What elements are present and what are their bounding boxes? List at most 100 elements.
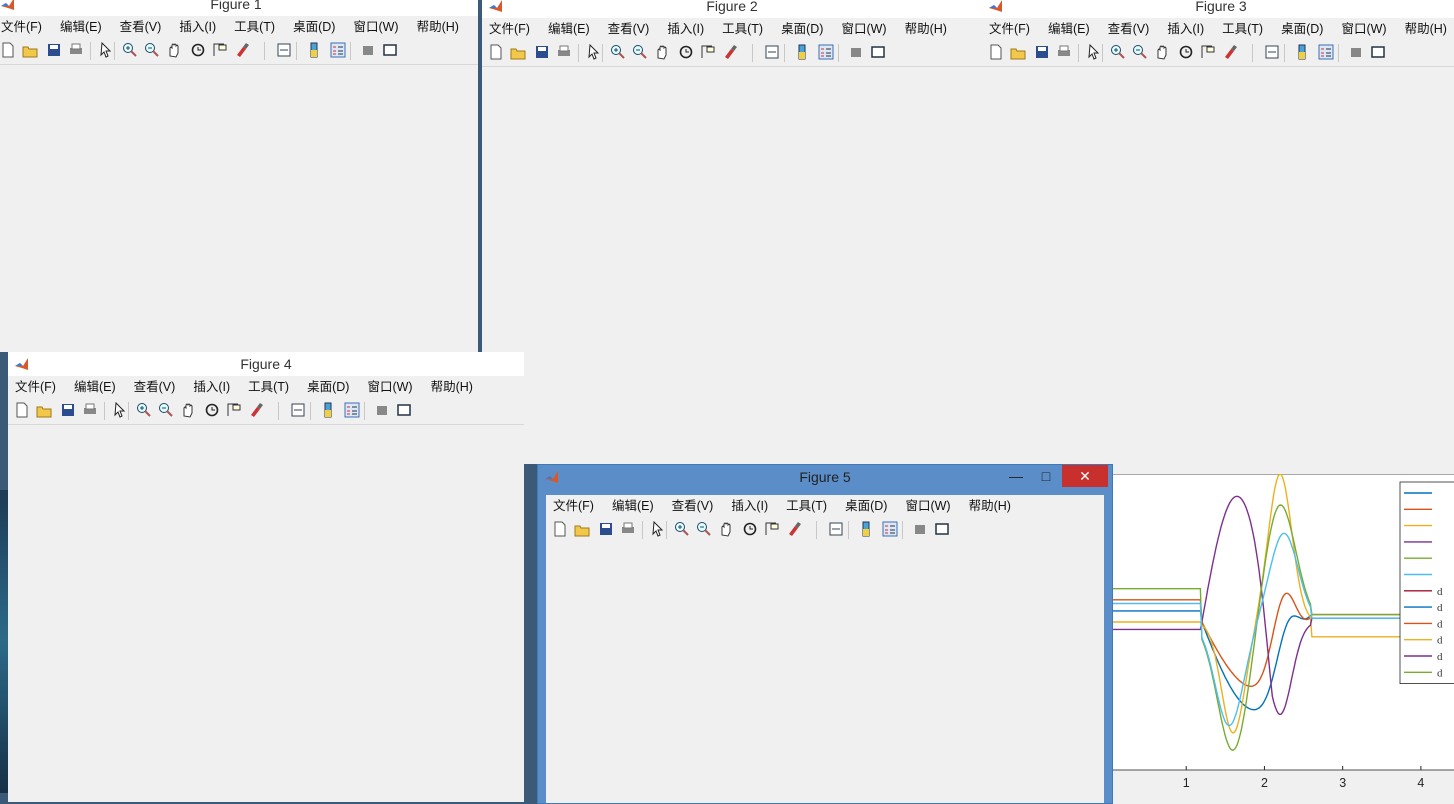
colorbar-icon[interactable] — [306, 42, 322, 58]
brush-icon[interactable] — [248, 402, 264, 418]
title-bar[interactable]: Figure 2 规划前的速度曲线-2-1.5-1-0.500.511.522.… — [482, 0, 982, 383]
data-cursor-icon[interactable] — [226, 402, 242, 418]
new-figure-icon[interactable] — [988, 44, 1004, 60]
menu-item-1[interactable]: 编辑(E) — [612, 495, 654, 517]
colorbar-icon[interactable] — [1294, 44, 1310, 60]
minimize-button[interactable]: — — [1002, 465, 1030, 487]
brush-icon[interactable] — [722, 44, 738, 60]
menu-item-5[interactable]: 桌面(D) — [307, 376, 349, 398]
rotate-3d-icon[interactable] — [190, 42, 206, 58]
figure-2-window[interactable]: Figure 2 规划前的速度曲线-2-1.5-1-0.500.511.522.… — [482, 0, 982, 464]
legend-icon[interactable] — [1318, 44, 1334, 60]
pan-hand-icon[interactable] — [180, 402, 196, 418]
pan-hand-icon[interactable] — [166, 42, 182, 58]
menu-item-1[interactable]: 编辑(E) — [60, 16, 102, 38]
save-icon[interactable] — [534, 44, 550, 60]
menu-item-6[interactable]: 窗口(W) — [905, 495, 950, 517]
title-bar[interactable]: Figure 5 — □ ✕ 规划后的速度曲线01234vθ/rad/s关节1关… — [538, 465, 1112, 733]
show-plot-tools-icon[interactable] — [1370, 44, 1386, 60]
legend-icon[interactable] — [344, 402, 360, 418]
menu-item-3[interactable]: 插入(I) — [179, 16, 216, 38]
zoom-in-icon[interactable] — [674, 521, 690, 537]
menu-item-1[interactable]: 编辑(E) — [74, 376, 116, 398]
rotate-3d-icon[interactable] — [204, 402, 220, 418]
title-bar[interactable]: Figure 3 规划前的加速度曲线-3-2-10123450123456789… — [982, 0, 1454, 394]
menu-item-3[interactable]: 插入(I) — [667, 18, 704, 40]
open-file-icon[interactable] — [510, 44, 526, 60]
show-plot-tools-icon[interactable] — [934, 521, 950, 537]
menu-item-5[interactable]: 桌面(D) — [845, 495, 887, 517]
menu-item-3[interactable]: 插入(I) — [1167, 18, 1204, 40]
close-button[interactable]: ✕ — [1062, 465, 1108, 487]
pointer-icon[interactable] — [650, 520, 666, 537]
menu-item-6[interactable]: 窗口(W) — [353, 16, 398, 38]
link-plot-icon[interactable] — [828, 521, 844, 537]
brush-icon[interactable] — [234, 42, 250, 58]
open-file-icon[interactable] — [36, 402, 52, 418]
menu-item-1[interactable]: 编辑(E) — [1048, 18, 1090, 40]
zoom-out-icon[interactable] — [144, 42, 160, 58]
open-file-icon[interactable] — [1010, 44, 1026, 60]
save-icon[interactable] — [1034, 44, 1050, 60]
new-figure-icon[interactable] — [552, 521, 568, 537]
save-icon[interactable] — [60, 402, 76, 418]
menu-item-4[interactable]: 工具(T) — [722, 18, 763, 40]
menu-item-6[interactable]: 窗口(W) — [1341, 18, 1386, 40]
legend-icon[interactable] — [818, 44, 834, 60]
pan-hand-icon[interactable] — [654, 44, 670, 60]
print-icon[interactable] — [1056, 44, 1072, 60]
link-plot-icon[interactable] — [764, 44, 780, 60]
brush-icon[interactable] — [786, 521, 802, 537]
menu-item-5[interactable]: 桌面(D) — [1281, 18, 1323, 40]
pan-hand-icon[interactable] — [1154, 44, 1170, 60]
menu-item-5[interactable]: 桌面(D) — [293, 16, 335, 38]
save-icon[interactable] — [46, 42, 62, 58]
figure-6-window[interactable]: 1234dddddd — [1100, 474, 1454, 804]
pointer-icon[interactable] — [1086, 43, 1102, 60]
hide-plot-tools-icon[interactable] — [374, 402, 390, 418]
open-file-icon[interactable] — [574, 521, 590, 537]
figure-5-window[interactable]: Figure 5 — □ ✕ 规划后的速度曲线01234vθ/rad/s关节1关… — [537, 464, 1113, 804]
menu-item-2[interactable]: 查看(V) — [120, 16, 162, 38]
pointer-icon[interactable] — [586, 43, 602, 60]
figure-4-window[interactable]: Figure 4 规划后的位置曲线-1.5-1-0.500.511.522.5θ… — [8, 352, 524, 802]
menu-item-3[interactable]: 插入(I) — [193, 376, 230, 398]
link-plot-icon[interactable] — [1264, 44, 1280, 60]
menu-item-7[interactable]: 帮助(H) — [905, 18, 947, 40]
zoom-out-icon[interactable] — [632, 44, 648, 60]
menu-item-2[interactable]: 查看(V) — [672, 495, 714, 517]
print-icon[interactable] — [68, 42, 84, 58]
menu-item-7[interactable]: 帮助(H) — [1405, 18, 1447, 40]
menu-item-4[interactable]: 工具(T) — [786, 495, 827, 517]
new-figure-icon[interactable] — [14, 402, 30, 418]
print-icon[interactable] — [556, 44, 572, 60]
pan-hand-icon[interactable] — [718, 521, 734, 537]
menu-item-0[interactable]: 文件(F) — [1, 16, 42, 38]
menu-item-2[interactable]: 查看(V) — [1108, 18, 1150, 40]
menu-item-6[interactable]: 窗口(W) — [367, 376, 412, 398]
hide-plot-tools-icon[interactable] — [1348, 44, 1364, 60]
pointer-icon[interactable] — [112, 401, 128, 418]
colorbar-icon[interactable] — [858, 521, 874, 537]
title-bar[interactable]: Figure 1 规划前的位置曲线-10123关节关节关节关节关节关节 — [0, 0, 478, 298]
data-cursor-icon[interactable] — [1200, 44, 1216, 60]
rotate-3d-icon[interactable] — [1178, 44, 1194, 60]
new-figure-icon[interactable] — [488, 44, 504, 60]
hide-plot-tools-icon[interactable] — [912, 521, 928, 537]
open-file-icon[interactable] — [22, 42, 38, 58]
zoom-in-icon[interactable] — [136, 402, 152, 418]
menu-item-7[interactable]: 帮助(H) — [431, 376, 473, 398]
menu-item-4[interactable]: 工具(T) — [234, 16, 275, 38]
menu-item-6[interactable]: 窗口(W) — [841, 18, 886, 40]
maximize-button[interactable]: □ — [1032, 465, 1060, 487]
zoom-in-icon[interactable] — [610, 44, 626, 60]
zoom-out-icon[interactable] — [158, 402, 174, 418]
data-cursor-icon[interactable] — [764, 521, 780, 537]
title-bar[interactable]: Figure 4 规划后的位置曲线-1.5-1-0.500.511.522.5θ… — [8, 352, 524, 734]
show-plot-tools-icon[interactable] — [396, 402, 412, 418]
rotate-3d-icon[interactable] — [742, 521, 758, 537]
zoom-in-icon[interactable] — [122, 42, 138, 58]
zoom-out-icon[interactable] — [1132, 44, 1148, 60]
figure-3-window[interactable]: Figure 3 规划前的加速度曲线-3-2-10123450123456789… — [982, 0, 1454, 474]
save-icon[interactable] — [598, 521, 614, 537]
